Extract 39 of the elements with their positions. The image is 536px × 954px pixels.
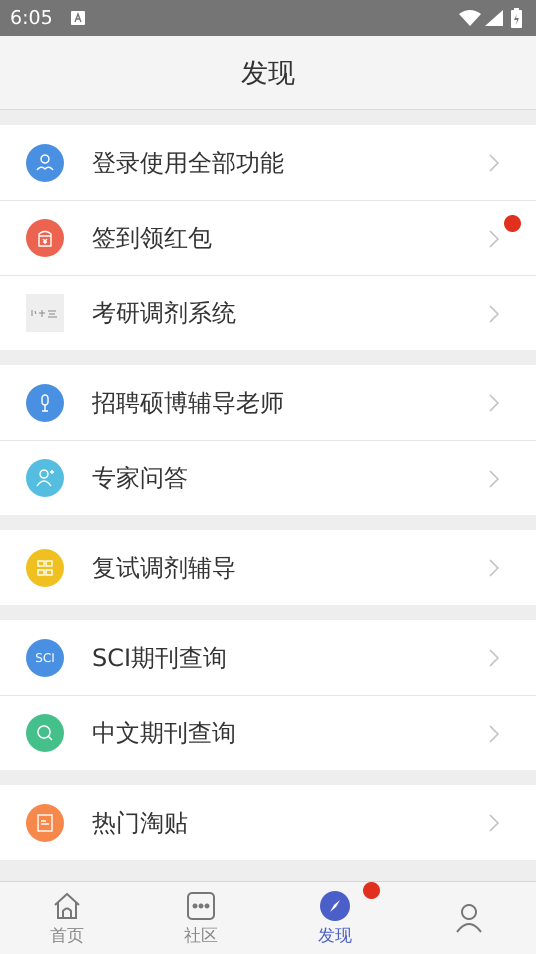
menu-item[interactable]: SCI SCI期刊查询 (0, 620, 536, 695)
menu-item[interactable]: 招聘硕博辅导老师 (0, 365, 536, 440)
chevron-right-icon (488, 304, 500, 324)
icon-text: SCI (35, 650, 55, 664)
menu-item[interactable]: 签到领红包 (0, 200, 536, 275)
status-time: 6:05 (10, 7, 53, 29)
menu-item-label: 登录使用全部功能 (92, 148, 284, 178)
compass-icon (319, 890, 351, 922)
chevron-right-icon (488, 813, 500, 833)
menu-item-label: 热门淘贴 (92, 808, 188, 838)
chevron-right-icon (488, 648, 500, 668)
chevron-right-icon (488, 393, 500, 413)
battery-icon (511, 8, 522, 28)
menu-item-label: 专家问答 (92, 463, 188, 494)
menu-item[interactable]: 中文期刊查询 (0, 695, 536, 770)
keyboard-notification-icon (70, 11, 85, 25)
chevron-right-icon (488, 724, 500, 744)
menu-item[interactable]: 登录使用全部功能 (0, 125, 536, 200)
page-title: 发现 (241, 56, 295, 90)
menu-item-label: 考研调剂系统 (92, 298, 236, 329)
menu-item[interactable]: 考研调剂系统 (0, 275, 536, 350)
chevron-right-icon (488, 558, 500, 578)
menu-item[interactable]: 专家问答 (0, 440, 536, 515)
chat-icon (185, 890, 217, 922)
menu-item[interactable]: 复试调剂辅导 (0, 530, 536, 605)
chevron-right-icon (488, 469, 500, 489)
menu-item-label: 复试调剂辅导 (92, 552, 236, 584)
menu-item-label: 招聘硕博辅导老师 (92, 388, 284, 418)
menu-item-label: 中文期刊查询 (92, 718, 236, 749)
chevron-right-icon (488, 229, 500, 249)
logo-icon (30, 308, 60, 318)
menu-item-label: SCI期刊查询 (92, 642, 228, 674)
menu-item[interactable]: 热门淘贴 (0, 785, 536, 860)
menu-item-label: 签到领红包 (92, 223, 212, 254)
wifi-icon (459, 10, 481, 26)
chevron-right-icon (488, 153, 500, 173)
nav-tab[interactable]: 发现 (268, 882, 402, 954)
add-person-icon (34, 467, 56, 489)
signal-icon (485, 10, 503, 26)
